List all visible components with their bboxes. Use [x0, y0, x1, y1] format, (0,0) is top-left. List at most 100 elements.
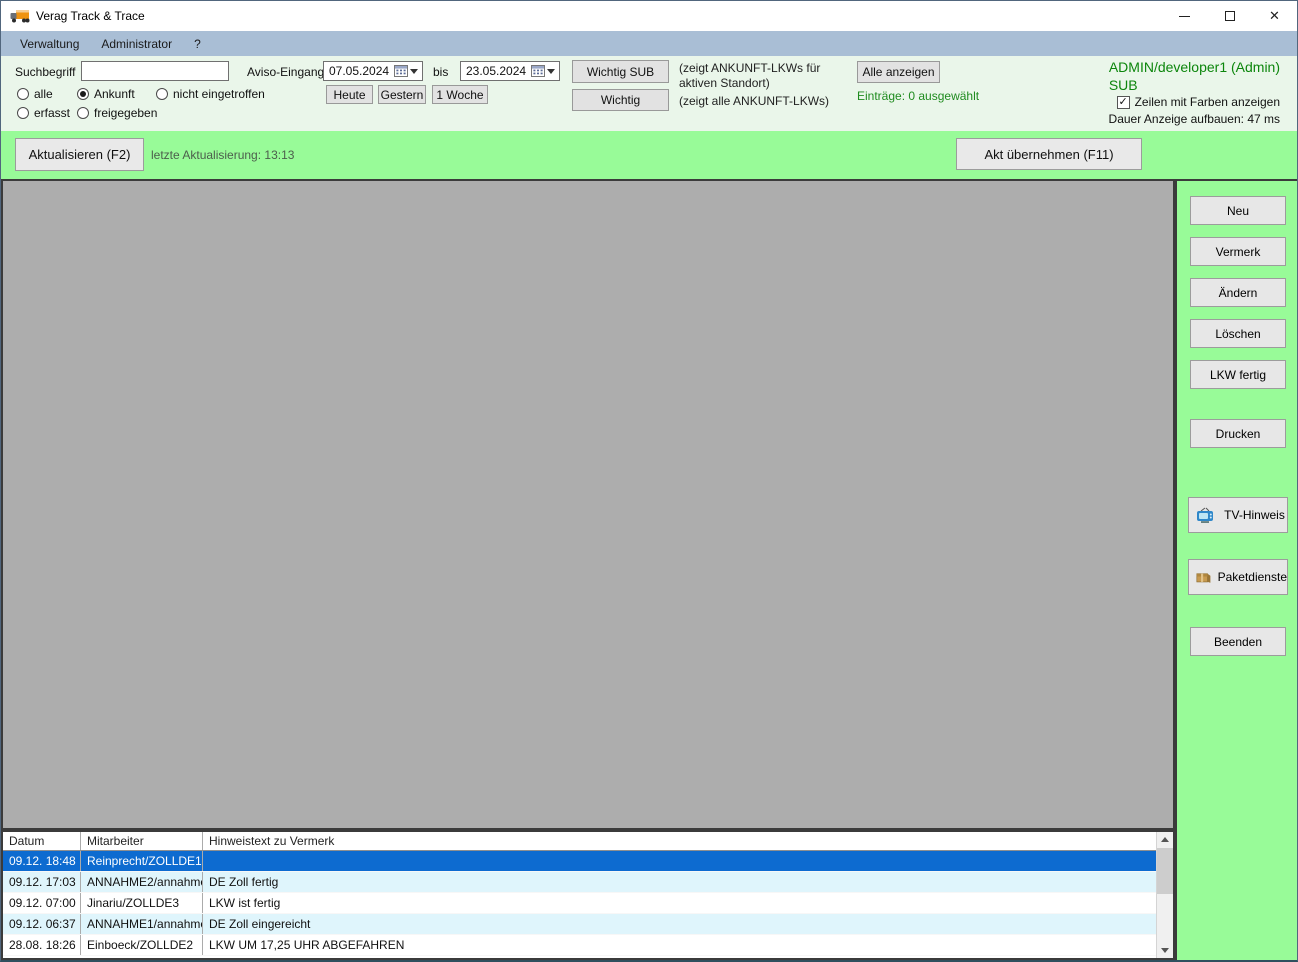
- table-row[interactable]: 09.12. 07:00 Jinariu/ZOLLDE3 LKW ist fer…: [3, 893, 1156, 914]
- cell-datum: 28.08. 18:26: [3, 935, 81, 955]
- menu-verwaltung[interactable]: Verwaltung: [9, 31, 90, 56]
- checkbox-checked-icon[interactable]: ✓: [1116, 95, 1130, 109]
- chevron-down-icon: [410, 68, 418, 74]
- loeschen-button[interactable]: Löschen: [1190, 319, 1286, 348]
- radio-label: freigegeben: [94, 106, 158, 120]
- user-sub: SUB: [1108, 77, 1138, 93]
- table-row[interactable]: 09.12. 06:37 ANNAHME1/annahme1 DE Zoll e…: [3, 914, 1156, 935]
- date-from-value: 07.05.2024: [329, 64, 390, 78]
- wichtig-button[interactable]: Wichtig: [572, 89, 669, 111]
- notes-table-frame: Datum Mitarbeiter Hinweistext zu Vermerk…: [1, 830, 1175, 960]
- alle-anzeigen-button[interactable]: Alle anzeigen: [857, 61, 940, 83]
- aktualisieren-button[interactable]: Aktualisieren (F2): [15, 138, 144, 171]
- akt-uebernehmen-button[interactable]: Akt übernehmen (F11): [956, 138, 1142, 170]
- table-row[interactable]: 09.12. 17:03 ANNAHME2/annahme2 DE Zoll f…: [3, 872, 1156, 893]
- cell-hinweis: LKW UM 17,25 UHR ABGEFAHREN: [209, 938, 405, 952]
- maximize-button[interactable]: [1207, 1, 1252, 31]
- bis-label: bis: [433, 65, 449, 79]
- window-controls: ✕: [1162, 1, 1297, 31]
- col-hinweistext[interactable]: Hinweistext zu Vermerk: [203, 832, 1156, 850]
- calendar-icon: [531, 65, 545, 77]
- calendar-icon: [394, 65, 408, 77]
- farben-checkbox-row[interactable]: ✓ Zeilen mit Farben anzeigen: [1116, 95, 1280, 109]
- close-button[interactable]: ✕: [1252, 1, 1297, 31]
- cell-mitarbeiter: ANNAHME2/annahme2: [81, 872, 203, 892]
- radio-circle: [77, 88, 89, 100]
- radio-label: alle: [34, 87, 53, 101]
- beenden-button[interactable]: Beenden: [1190, 627, 1286, 656]
- cell-hinweis: DE Zoll fertig: [209, 875, 279, 889]
- close-icon: ✕: [1269, 8, 1280, 23]
- heute-button[interactable]: Heute: [326, 85, 373, 104]
- cell-hinweis: LKW ist fertig: [209, 896, 281, 910]
- radio-nicht-eingetroffen[interactable]: nicht eingetroffen: [156, 87, 265, 101]
- eine-woche-button[interactable]: 1 Woche: [432, 85, 488, 104]
- cell-mitarbeiter: Jinariu/ZOLLDE3: [81, 893, 203, 913]
- radio-erfasst[interactable]: erfasst: [17, 106, 70, 120]
- tv-hinweis-button[interactable]: TV-Hinweis: [1188, 497, 1288, 533]
- main-column: Datum Mitarbeiter Hinweistext zu Vermerk…: [1, 179, 1175, 960]
- filter-panel: Suchbegriff alle erfasst Ankunft freigeg…: [1, 56, 1297, 131]
- minimize-icon: [1179, 15, 1190, 17]
- chevron-down-icon: [547, 68, 555, 74]
- col-mitarbeiter[interactable]: Mitarbeiter: [81, 832, 203, 850]
- user-info: ADMIN/developer1 (Admin) SUB: [1109, 58, 1280, 94]
- radio-circle: [17, 107, 29, 119]
- aviso-label: Aviso-Eingang: [247, 65, 325, 79]
- menu-administrator[interactable]: Administrator: [90, 31, 183, 56]
- title-bar: Verag Track & Trace ✕: [1, 1, 1297, 31]
- aendern-button[interactable]: Ändern: [1190, 278, 1286, 307]
- window-title: Verag Track & Trace: [36, 9, 145, 23]
- minimize-button[interactable]: [1162, 1, 1207, 31]
- menu-bar: Verwaltung Administrator ?: [1, 31, 1297, 56]
- vermerk-button[interactable]: Vermerk: [1190, 237, 1286, 266]
- search-input[interactable]: [81, 61, 229, 81]
- radio-alle[interactable]: alle: [17, 87, 53, 101]
- tv-icon: [1197, 507, 1213, 523]
- menu-help[interactable]: ?: [183, 31, 212, 56]
- radio-freigegeben[interactable]: freigegeben: [77, 106, 157, 120]
- cell-mitarbeiter: ANNAHME1/annahme1: [81, 914, 203, 934]
- scroll-up-button[interactable]: [1157, 832, 1173, 847]
- paketdienste-button[interactable]: Paketdienste: [1188, 559, 1288, 595]
- user-name: ADMIN/developer1 (Admin): [1108, 59, 1280, 75]
- scroll-up-icon: [1161, 837, 1169, 842]
- tv-hinweis-label: TV-Hinweis: [1224, 508, 1285, 522]
- lkw-fertig-button[interactable]: LKW fertig: [1190, 360, 1286, 389]
- cell-hinweis: [203, 851, 1156, 871]
- search-label: Suchbegriff: [15, 65, 76, 79]
- wichtig-sub-button[interactable]: Wichtig SUB: [572, 60, 669, 83]
- radio-circle: [156, 88, 168, 100]
- radio-ankunft[interactable]: Ankunft: [77, 87, 135, 101]
- sidebar: Neu Vermerk Ändern Löschen LKW fertig Dr…: [1175, 179, 1297, 960]
- results-grid-empty[interactable]: [1, 179, 1175, 830]
- radio-label: Ankunft: [94, 87, 135, 101]
- action-bar: Aktualisieren (F2) letzte Aktualisierung…: [1, 131, 1297, 179]
- radio-label: nicht eingetroffen: [173, 87, 265, 101]
- app-window: Verag Track & Trace ✕ Verwaltung Adminis…: [0, 0, 1298, 962]
- dauer-text: Dauer Anzeige aufbauen: 47 ms: [1108, 112, 1280, 126]
- neu-button[interactable]: Neu: [1190, 196, 1286, 225]
- date-from-picker[interactable]: 07.05.2024: [323, 61, 423, 81]
- package-icon: [1196, 573, 1211, 583]
- truck-icon: [10, 9, 30, 22]
- table-row[interactable]: 09.12. 18:48 Reinprecht/ZOLLDE1: [3, 851, 1156, 872]
- cell-hinweis: DE Zoll eingereicht: [209, 917, 311, 931]
- table-header: Datum Mitarbeiter Hinweistext zu Vermerk: [3, 832, 1156, 851]
- paketdienste-label: Paketdienste: [1217, 570, 1287, 584]
- col-datum[interactable]: Datum: [3, 832, 81, 850]
- table-scrollbar[interactable]: [1156, 832, 1173, 958]
- table-row[interactable]: 28.08. 18:26 Einboeck/ZOLLDE2 LKW UM 17,…: [3, 935, 1156, 956]
- drucken-button[interactable]: Drucken: [1190, 419, 1286, 448]
- scrollbar-thumb[interactable]: [1157, 848, 1173, 894]
- scroll-down-button[interactable]: [1157, 943, 1173, 958]
- cell-mitarbeiter: Einboeck/ZOLLDE2: [81, 935, 203, 955]
- cell-datum: 09.12. 17:03: [3, 872, 81, 892]
- last-refresh-text: letzte Aktualisierung: 13:13: [151, 148, 295, 162]
- date-to-picker[interactable]: 23.05.2024: [460, 61, 560, 81]
- gestern-button[interactable]: Gestern: [378, 85, 426, 104]
- cell-datum: 09.12. 18:48: [3, 851, 81, 871]
- radio-circle: [17, 88, 29, 100]
- date-to-value: 23.05.2024: [466, 64, 527, 78]
- notes-table: Datum Mitarbeiter Hinweistext zu Vermerk…: [3, 832, 1156, 958]
